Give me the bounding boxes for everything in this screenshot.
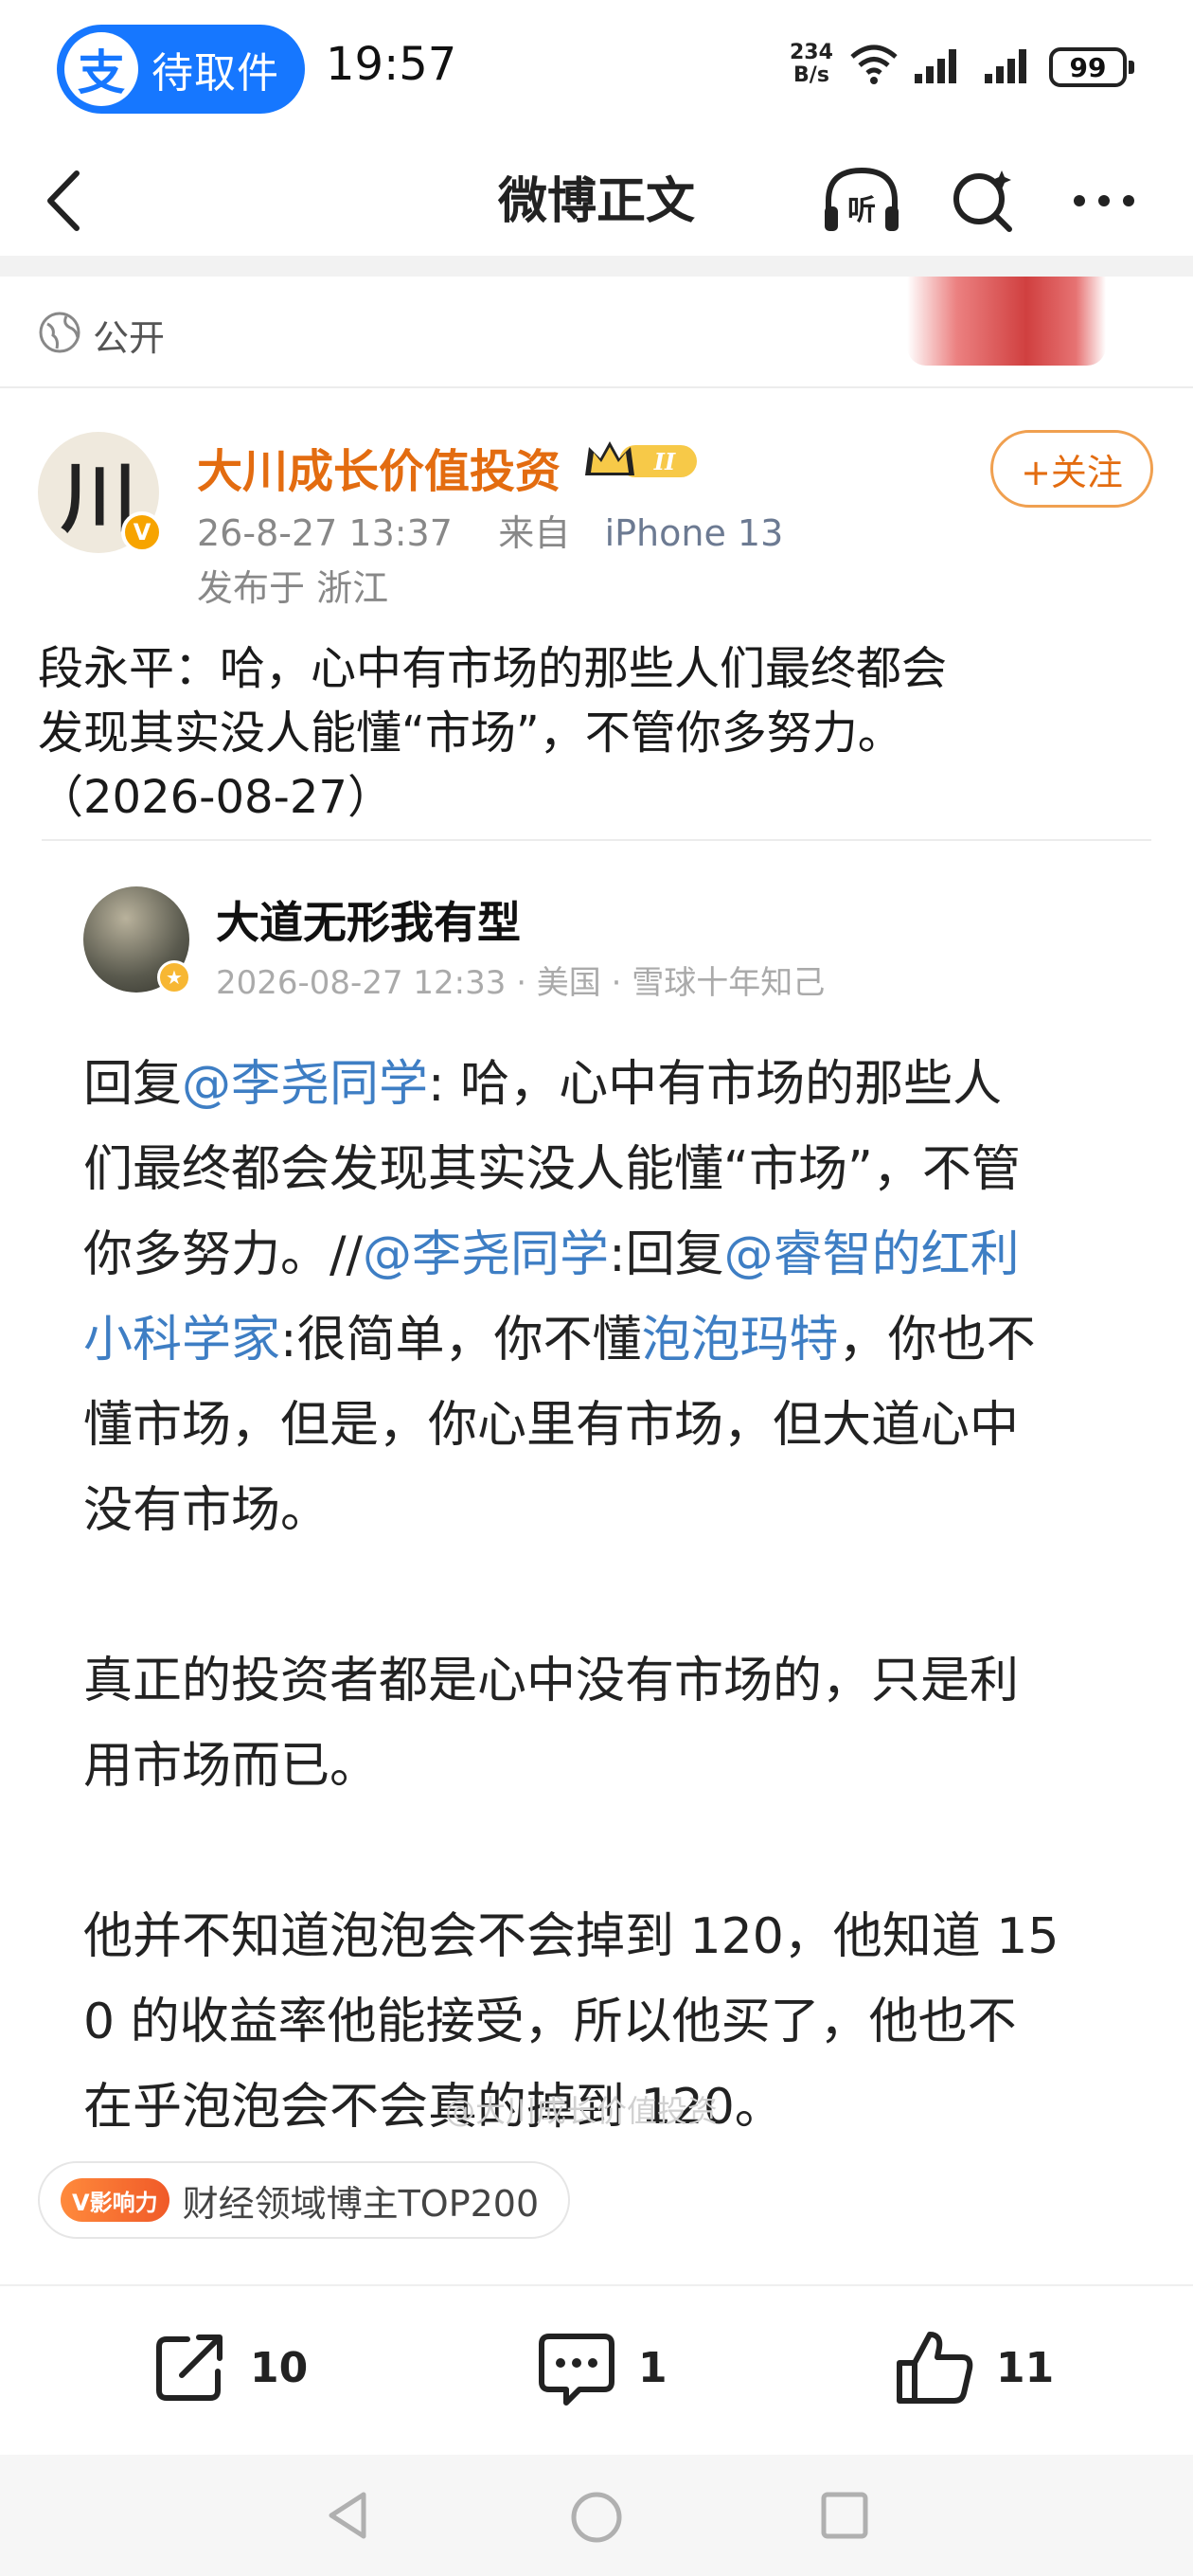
wifi-icon xyxy=(850,45,898,84)
more-dots-icon xyxy=(1074,195,1134,206)
topic-link[interactable]: 泡泡玛特 xyxy=(642,1312,839,1368)
net-speed-unit: B/s xyxy=(793,63,829,87)
nav-bar: 微博正文 听 xyxy=(0,142,1193,256)
influence-tag[interactable]: V影响力 财经领域博主TOP200 xyxy=(38,2161,570,2239)
quoted-line: 用市场而已。 xyxy=(83,1738,380,1795)
quoted-line: 懂市场，但是，你心里有市场，但大道心中 xyxy=(83,1397,1020,1454)
system-nav-bar xyxy=(0,2455,1193,2576)
divider xyxy=(42,839,1151,841)
divider xyxy=(0,2284,1193,2286)
quoted-line: 他并不知道泡泡会不会掉到 120，他知道 15 xyxy=(83,1908,1059,1965)
post-meta: 26-8-27 13:37 来自 iPhone 13 xyxy=(197,504,783,556)
globe-icon xyxy=(39,312,80,353)
star-badge-icon: ★ xyxy=(157,960,191,994)
headphones-icon: 听 xyxy=(825,167,899,231)
signal-2-icon xyxy=(985,49,1026,83)
section-gap xyxy=(0,256,1193,277)
back-triangle-icon[interactable] xyxy=(322,2489,375,2542)
comment-icon xyxy=(539,2334,614,2406)
mention-link[interactable]: 小科学家 xyxy=(83,1312,280,1368)
quoted-body: 回复@李尧同学: 哈，心中有市场的那些人 们最终都会发现其实没人能懂“市场”，不… xyxy=(83,1042,1125,2150)
signal-1-icon xyxy=(915,49,956,83)
quoted-line: 真正的投资者都是心中没有市场的，只是利 xyxy=(83,1653,1020,1709)
net-speed: 234 B/s xyxy=(790,42,833,87)
battery-indicator: 99 xyxy=(1049,47,1134,87)
search-button[interactable] xyxy=(937,155,1028,246)
status-bar: 支 待取件 19:57 234 B/s 99 xyxy=(0,0,1193,142)
flag-banner-image xyxy=(907,277,1106,366)
visibility-row: 公开 xyxy=(0,277,1193,388)
recents-square-icon[interactable] xyxy=(818,2489,871,2542)
verified-badge-icon: V xyxy=(121,511,163,553)
post-line: 发现其实没人能懂“市场”，不管你多努力。 xyxy=(38,707,903,760)
clock: 19:57 xyxy=(326,38,457,91)
mention-link[interactable]: @李尧同学 xyxy=(363,1226,609,1283)
author-name[interactable]: 大川成长价值投资 xyxy=(197,434,561,500)
alipay-logo-icon: 支 xyxy=(64,32,138,106)
alipay-pickup-pill[interactable]: 支 待取件 xyxy=(57,25,305,114)
net-speed-value: 234 xyxy=(790,41,833,64)
thumbs-up-icon xyxy=(897,2332,973,2404)
quoted-author-name[interactable]: 大道无形我有型 xyxy=(216,888,521,951)
quoted-line: 小科学家:很简单，你不懂泡泡玛特，你也不 xyxy=(83,1312,1036,1368)
repost-count: 10 xyxy=(250,2343,309,2392)
member-level: II xyxy=(653,448,676,475)
like-count: 11 xyxy=(996,2343,1055,2392)
comment-count: 1 xyxy=(638,2343,668,2392)
repost-button[interactable]: 10 xyxy=(150,2322,308,2413)
post-line: （2026-08-27） xyxy=(38,771,393,824)
pill-label: 待取件 xyxy=(151,49,279,98)
quoted-line: 没有市场。 xyxy=(83,1482,330,1539)
influence-badge: V影响力 xyxy=(61,2178,169,2222)
quoted-line: 你多努力。//@李尧同学:回复@睿智的红利 xyxy=(83,1226,1020,1283)
from-label: 来自 xyxy=(498,512,571,554)
post-body: 段永平：哈，心中有市场的那些人们最终都会 发现其实没人能懂“市场”，不管你多努力… xyxy=(38,636,1155,830)
mention-link[interactable]: @李尧同学 xyxy=(182,1056,428,1113)
follow-button[interactable]: +关注 xyxy=(990,430,1153,508)
search-icon xyxy=(953,170,1012,232)
mention-link[interactable]: @睿智的红利 xyxy=(724,1226,1020,1283)
quoted-meta: 2026-08-27 12:33 · 美国 · 雪球十年知己 xyxy=(216,964,826,1002)
post-date: 26-8-27 13:37 xyxy=(197,512,453,554)
watermark: @大川成长价值投资 xyxy=(445,2093,719,2129)
quoted-line: 0 的收益率他能接受，所以他买了，他也不 xyxy=(83,1994,1017,2050)
visibility-label: 公开 xyxy=(93,317,166,359)
comment-button[interactable]: 1 xyxy=(536,2322,668,2413)
post-device[interactable]: iPhone 13 xyxy=(605,512,784,554)
share-icon xyxy=(156,2334,223,2401)
svg-text:听: 听 xyxy=(847,194,876,227)
home-circle-icon[interactable] xyxy=(568,2489,625,2546)
quoted-line: 回复@李尧同学: 哈，心中有市场的那些人 xyxy=(83,1056,1003,1113)
quoted-line: 们最终都会发现其实没人能懂“市场”，不管 xyxy=(83,1141,1021,1198)
post-location: 发布于 浙江 xyxy=(197,567,389,609)
like-button[interactable]: 11 xyxy=(894,2322,1054,2413)
more-button[interactable] xyxy=(1059,155,1149,246)
post-line: 段永平：哈，心中有市场的那些人们最终都会 xyxy=(38,642,948,695)
influence-label: 财经领域博主TOP200 xyxy=(182,2182,540,2225)
member-crown-icon: II xyxy=(585,441,697,477)
listen-button[interactable]: 听 xyxy=(816,155,907,246)
